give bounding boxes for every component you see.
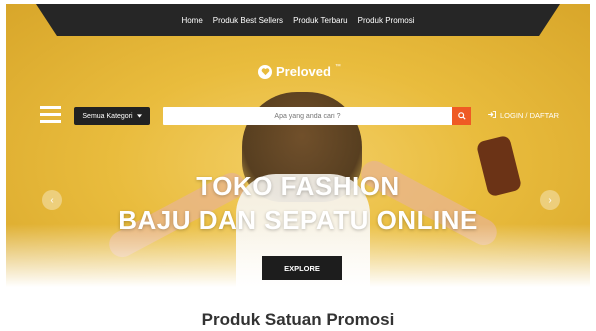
brand-trademark: ™ <box>334 64 341 70</box>
category-dropdown[interactable]: Semua Kategori <box>74 107 150 125</box>
search-input[interactable] <box>163 107 452 125</box>
nav-link-promosi[interactable]: Produk Promosi <box>358 16 415 25</box>
brand-name: Preloved <box>276 64 331 79</box>
login-link[interactable]: LOGIN / DAFTAR <box>488 110 560 120</box>
page: Home Produk Best Sellers Produk Terbaru … <box>6 4 590 331</box>
nav-link-home[interactable]: Home <box>181 16 202 25</box>
sign-in-icon <box>488 110 496 120</box>
search-icon <box>457 107 466 125</box>
explore-button[interactable]: EXPLORE <box>262 256 342 280</box>
hero-banner: Home Produk Best Sellers Produk Terbaru … <box>6 4 590 294</box>
nav-link-best-sellers[interactable]: Produk Best Sellers <box>213 16 283 25</box>
login-label: LOGIN / DAFTAR <box>500 111 560 120</box>
hero-headline-line2: BAJU DAN SEPATU ONLINE <box>118 205 478 235</box>
hero-headline-line1: TOKO FASHION <box>196 171 400 201</box>
caret-down-icon <box>136 113 142 120</box>
brand-logo[interactable]: Preloved ™ <box>258 64 341 79</box>
nav-link-terbaru[interactable]: Produk Terbaru <box>293 16 348 25</box>
section-title: Produk Satuan Promosi <box>201 310 395 329</box>
category-dropdown-label: Semua Kategori <box>82 112 133 120</box>
hamburger-menu-icon[interactable] <box>40 106 61 123</box>
heart-pin-icon <box>258 64 272 79</box>
top-navigation: Home Produk Best Sellers Produk Terbaru … <box>36 4 560 36</box>
search-bar <box>163 107 471 125</box>
search-button[interactable] <box>452 107 471 125</box>
